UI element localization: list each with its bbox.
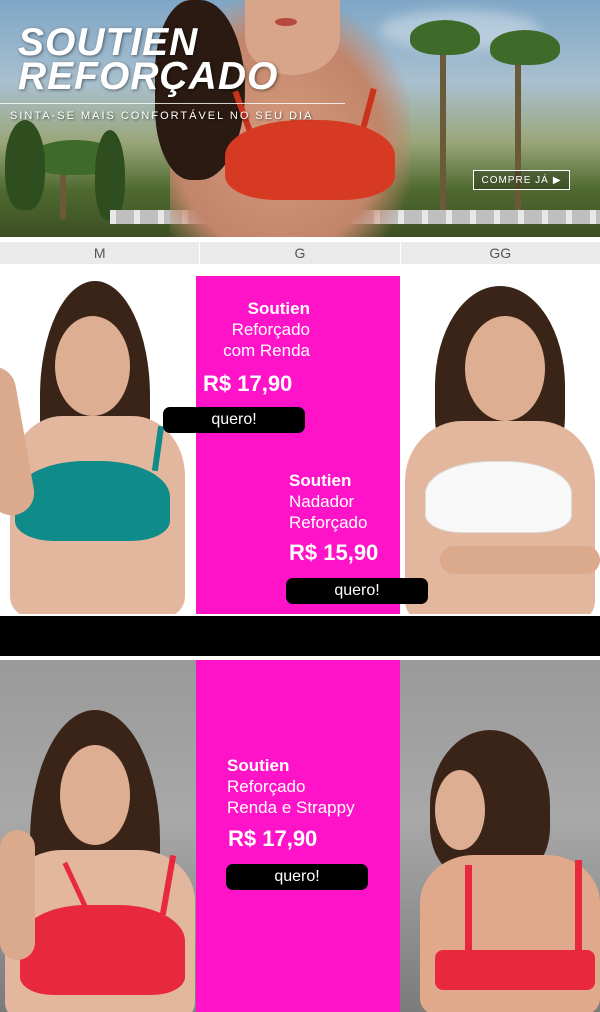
- bra-strap: [465, 865, 472, 955]
- bra-strap: [575, 860, 582, 955]
- product-3-name-line2: Reforçado: [227, 777, 306, 796]
- palm-leaves: [410, 20, 480, 55]
- product-1-name-bold: Soutien: [247, 299, 310, 318]
- product-2-name-line3: Reforçado: [289, 513, 368, 532]
- hero-banner[interactable]: SOUTIEN REFORÇADO SINTA-SE MAIS CONFORTÁ…: [0, 0, 600, 237]
- hero-divider: [0, 103, 345, 104]
- palm-trunk: [515, 40, 521, 220]
- model-photo-red-back[interactable]: [400, 660, 600, 1012]
- size-gg[interactable]: GG: [401, 242, 600, 264]
- product-2-price: R$ 15,90: [289, 540, 379, 565]
- play-triangle-icon: ▶: [552, 174, 562, 186]
- model-arm: [0, 830, 35, 960]
- red-bra-band: [435, 950, 595, 990]
- product-1-name: Soutien Reforçado com Renda: [200, 298, 310, 361]
- red-bra: [20, 905, 185, 995]
- hero-subtitle: SINTA-SE MAIS CONFORTÁVEL NO SEU DIA: [10, 110, 314, 122]
- product-3-name: Soutien Reforçado Renda e Strappy: [227, 755, 397, 818]
- model-arm: [440, 546, 600, 574]
- model-face: [55, 316, 130, 416]
- tree: [95, 130, 125, 220]
- tree: [5, 120, 45, 210]
- size-g[interactable]: G: [200, 242, 401, 264]
- compre-ja-label: COMPRE JÁ: [481, 174, 549, 186]
- palm-trunk: [440, 30, 446, 220]
- product-1-quero-button[interactable]: quero!: [163, 407, 305, 433]
- product-2-quero-button[interactable]: quero!: [286, 578, 428, 604]
- model-photo-red-front[interactable]: [0, 660, 196, 1012]
- model-face: [60, 745, 130, 845]
- product-1-price: R$ 17,90: [203, 371, 293, 396]
- size-selector: M G GG: [0, 242, 600, 264]
- divider-band: [0, 616, 600, 656]
- white-bra: [425, 461, 572, 533]
- product-1-info: Soutien Reforçado com Renda: [200, 298, 310, 361]
- hero-red-bra: [225, 120, 395, 200]
- product-3-name-bold: Soutien: [227, 756, 290, 775]
- model-face: [435, 770, 485, 850]
- hero-title-line2: REFORÇADO: [18, 55, 279, 98]
- model-photo-white[interactable]: [400, 276, 600, 614]
- product-2-name-bold: Soutien: [289, 471, 352, 490]
- model-photo-teal[interactable]: [0, 276, 196, 614]
- product-1-name-line2: Reforçado: [231, 320, 310, 339]
- product-3-price: R$ 17,90: [228, 826, 318, 851]
- product-3-quero-button[interactable]: quero!: [226, 864, 368, 890]
- palm-leaves: [490, 30, 560, 65]
- product-3-name-line3: Renda e Strappy: [227, 798, 355, 817]
- product-2-info: Soutien Nadador Reforçado: [289, 470, 399, 533]
- product-3-info: Soutien Reforçado Renda e Strappy: [227, 755, 397, 818]
- teal-bra: [15, 461, 170, 541]
- size-m[interactable]: M: [0, 242, 201, 264]
- product-1-name-line3: com Renda: [223, 341, 310, 360]
- compre-ja-button[interactable]: COMPRE JÁ ▶: [473, 170, 570, 190]
- hero-title: SOUTIEN REFORÇADO: [18, 23, 278, 96]
- product-2-name: Soutien Nadador Reforçado: [289, 470, 399, 533]
- model-face: [465, 316, 545, 421]
- product-2-name-line2: Nadador: [289, 492, 355, 511]
- hero-model-lips: [275, 18, 297, 26]
